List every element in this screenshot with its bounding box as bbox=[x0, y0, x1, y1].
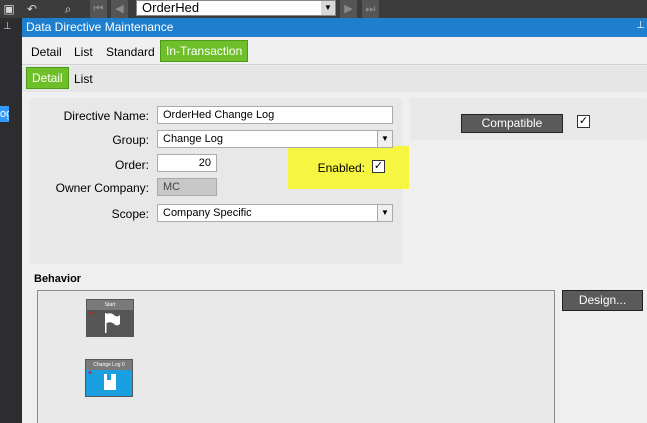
order-label: Order: bbox=[114, 158, 149, 172]
left-dock-strip: ⊥ og bbox=[0, 18, 22, 423]
window-title-bar: Data Directive Maintenance ⊥ bbox=[22, 18, 647, 37]
last-record-icon[interactable]: ⏭ bbox=[362, 0, 379, 18]
chevron-down-icon[interactable]: ▼ bbox=[377, 205, 392, 221]
change-log-node[interactable]: Change Log 0 + bbox=[85, 359, 133, 397]
toolbar: ▣ ↶ ⌕ ⏮ ◀ OrderHed ▼ ▶ ⏭ bbox=[0, 0, 647, 18]
behavior-section-label: Behavior bbox=[34, 273, 82, 285]
owner-company-label: Owner Company: bbox=[55, 181, 149, 195]
directive-name-label: Directive Name: bbox=[63, 109, 149, 123]
tab-in-transaction[interactable]: In-Transaction bbox=[160, 40, 249, 62]
subtab-list[interactable]: List bbox=[74, 72, 93, 86]
plus-icon[interactable]: + bbox=[89, 310, 93, 318]
checkmark-icon: ✓ bbox=[578, 115, 589, 127]
owner-company-input: MC bbox=[157, 178, 217, 196]
owner-company-value: MC bbox=[163, 181, 181, 193]
compatible-checkbox[interactable]: ✓ bbox=[577, 115, 590, 128]
directive-name-input[interactable]: OrderHed Change Log bbox=[157, 106, 393, 124]
tab-standard[interactable]: Standard bbox=[106, 45, 155, 59]
start-node[interactable]: Start + bbox=[86, 299, 134, 337]
pin-icon[interactable]: ⊥ bbox=[3, 21, 12, 32]
scope-select[interactable]: Company Specific ▼ bbox=[157, 204, 393, 222]
main-panel: Detail List Standard In-Transaction Deta… bbox=[22, 37, 647, 423]
group-value: Change Log bbox=[163, 133, 223, 145]
sub-tabs: Detail List bbox=[22, 66, 647, 92]
design-button[interactable]: Design... bbox=[562, 290, 643, 311]
plus-icon[interactable]: + bbox=[88, 370, 92, 378]
attachment-icon[interactable]: ▣ bbox=[1, 1, 17, 17]
enabled-checkbox[interactable]: ✓ bbox=[372, 160, 385, 173]
previous-record-icon[interactable]: ◀ bbox=[111, 0, 128, 18]
scope-value: Company Specific bbox=[163, 207, 252, 219]
directive-name-value: OrderHed Change Log bbox=[163, 109, 275, 121]
scope-label: Scope: bbox=[111, 207, 149, 221]
enabled-label: Enabled: bbox=[317, 161, 365, 175]
document-icon bbox=[104, 374, 116, 390]
start-node-label: Start bbox=[87, 300, 133, 310]
main-tabs: Detail List Standard In-Transaction bbox=[22, 37, 647, 65]
binoculars-icon[interactable]: ⌕ bbox=[60, 1, 76, 17]
group-select[interactable]: Change Log ▼ bbox=[157, 130, 393, 148]
compatible-button-label: Compatible bbox=[481, 116, 543, 130]
chevron-down-icon[interactable]: ▼ bbox=[321, 1, 335, 15]
group-label: Group: bbox=[112, 133, 149, 147]
pin-icon[interactable]: ⊥ bbox=[636, 20, 645, 31]
tab-detail[interactable]: Detail bbox=[31, 45, 62, 59]
next-record-icon[interactable]: ▶ bbox=[340, 0, 357, 18]
window-title: Data Directive Maintenance bbox=[26, 20, 174, 34]
record-combo[interactable]: OrderHed ▼ bbox=[136, 0, 336, 16]
subtab-detail[interactable]: Detail bbox=[26, 67, 69, 89]
change-log-node-label: Change Log 0 bbox=[86, 360, 132, 370]
checkmark-icon: ✓ bbox=[373, 160, 384, 172]
undo-icon[interactable]: ↶ bbox=[24, 1, 40, 17]
record-combo-value: OrderHed bbox=[142, 0, 200, 15]
tab-list[interactable]: List bbox=[74, 45, 93, 59]
compatible-button[interactable]: Compatible bbox=[461, 114, 563, 133]
chevron-down-icon[interactable]: ▼ bbox=[377, 131, 392, 147]
order-value: 20 bbox=[198, 157, 211, 169]
left-dock-tab[interactable]: og bbox=[0, 106, 9, 122]
order-input[interactable]: 20 bbox=[157, 154, 217, 172]
first-record-icon[interactable]: ⏮ bbox=[90, 0, 107, 18]
design-button-label: Design... bbox=[578, 293, 627, 307]
left-dock-tab-label: og bbox=[0, 108, 9, 120]
flag-icon bbox=[105, 313, 120, 333]
